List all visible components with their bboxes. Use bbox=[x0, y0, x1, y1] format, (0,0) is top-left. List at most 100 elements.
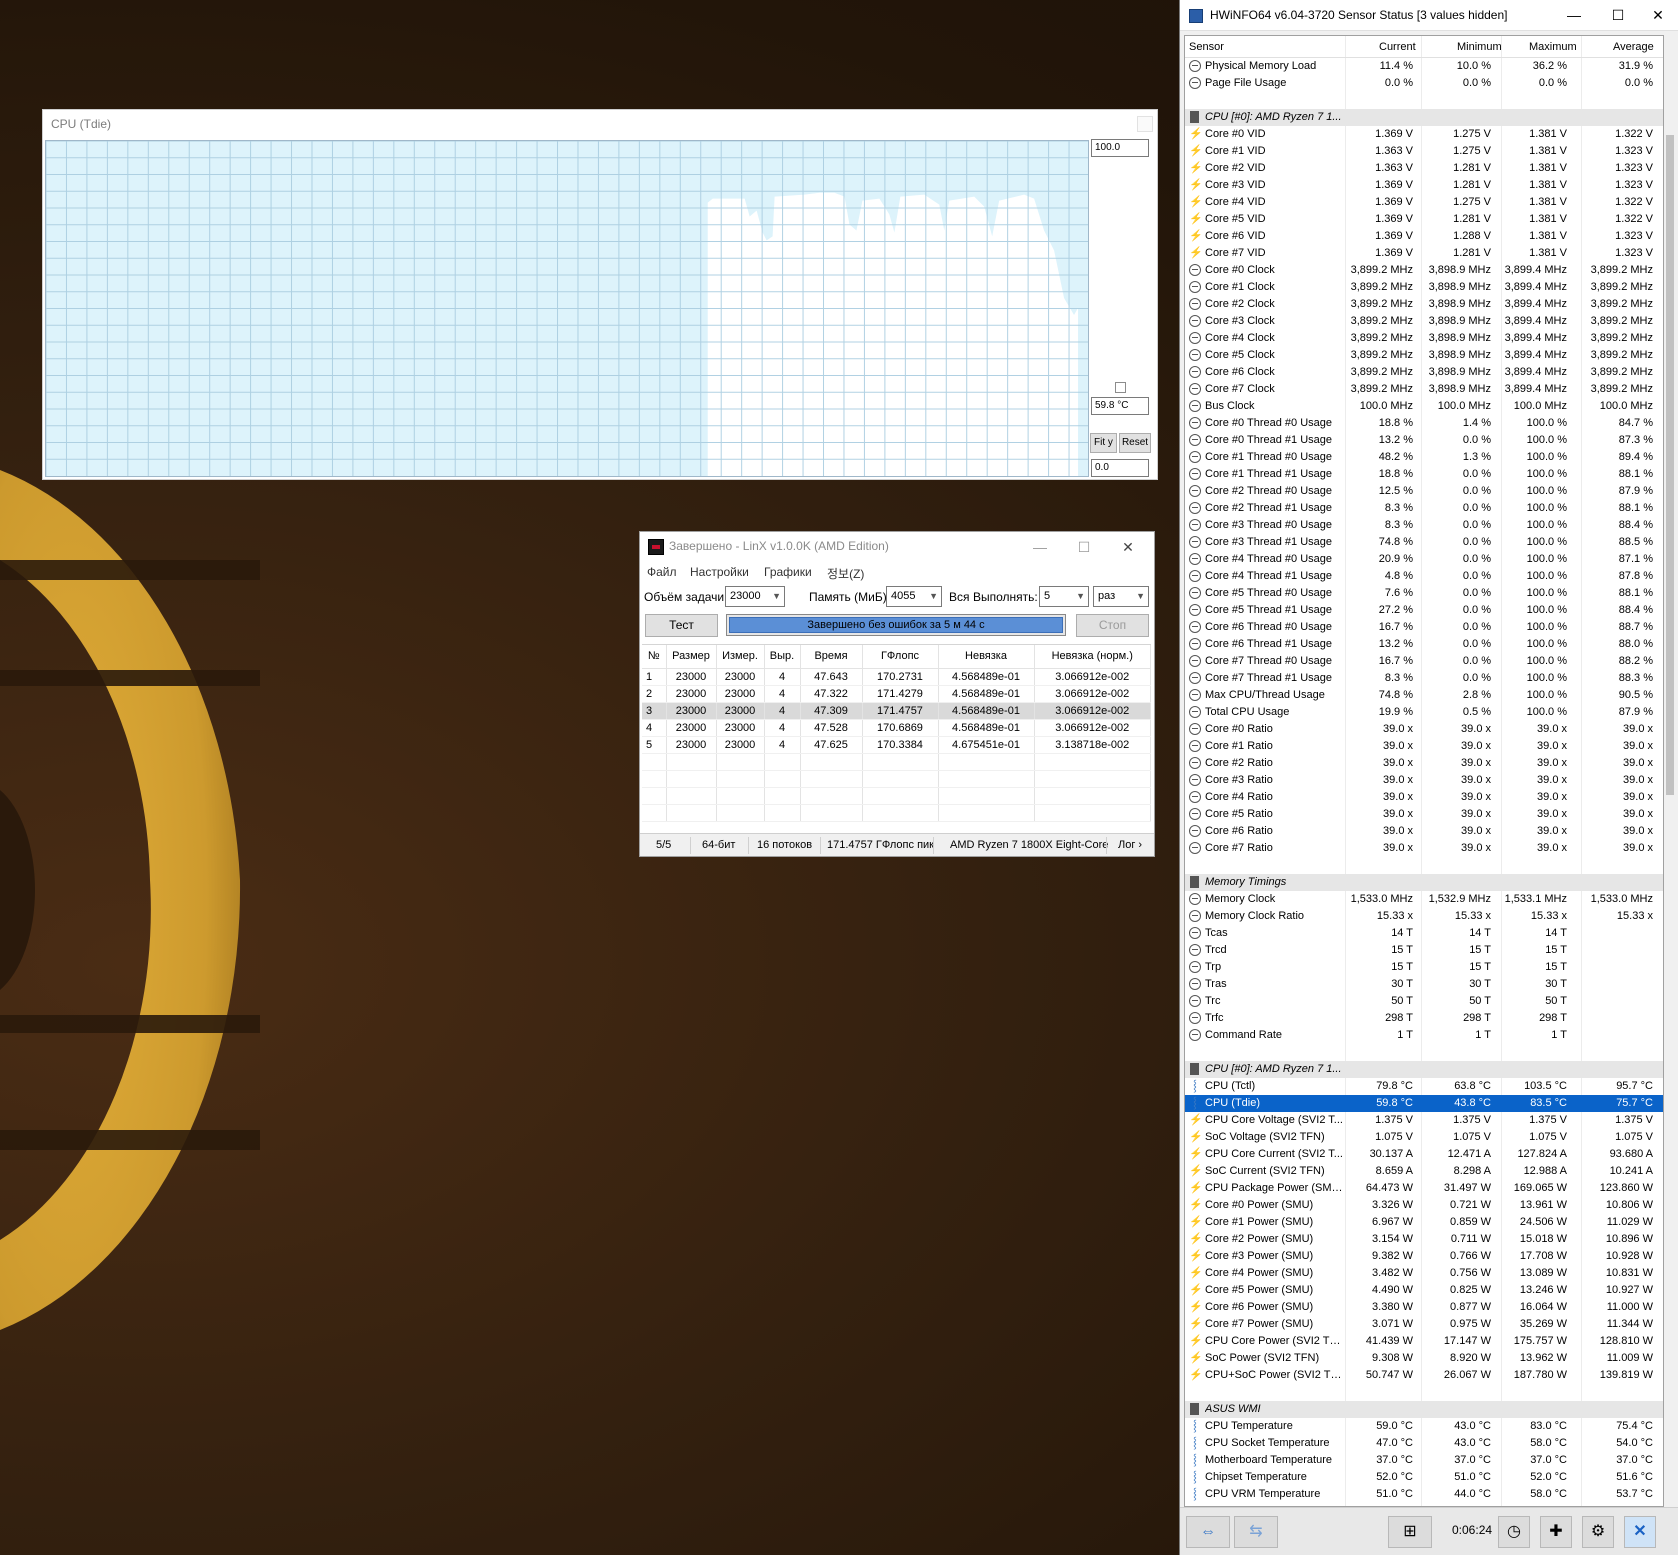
sensor-row[interactable]: Bus Clock 100.0 MHz 100.0 MHz 100.0 MHz 100.… bbox=[1185, 398, 1663, 415]
sensor-row[interactable]: ⚡ Core #3 VID 1.369 V 1.281 V 1.381 V 1.323 V bbox=[1185, 177, 1663, 194]
col-number[interactable]: № bbox=[642, 645, 667, 669]
col-align[interactable]: Выр. bbox=[764, 645, 801, 669]
sensor-row[interactable]: Memory Clock 1,533.0 MHz 1,532.9 MHz 1,533.… bbox=[1185, 891, 1663, 908]
result-row[interactable]: 3 23000 23000 4 47.309 171.4757 4.568489e-01 3.… bbox=[642, 702, 1151, 720]
sensor-row[interactable]: Core #7 Clock 3,899.2 MHz 3,898.9 MHz 3,899… bbox=[1185, 381, 1663, 398]
sensor-row[interactable]: ⸾ CPU Socket Temperature 47.0 °C 43.0 °C 58.… bbox=[1185, 1435, 1663, 1452]
sensor-row[interactable]: Core #4 Thread #0 Usage 20.9 % 0.0 % 100.0 … bbox=[1185, 551, 1663, 568]
problem-size-select[interactable]: 23000 ▼ bbox=[725, 586, 785, 607]
sensor-row[interactable]: Core #0 Thread #0 Usage 18.8 % 1.4 % 100.0 … bbox=[1185, 415, 1663, 432]
sensor-row[interactable]: ⚡ Core #2 Power (SMU) 3.154 W 0.711 W 15.018… bbox=[1185, 1231, 1663, 1248]
sensor-row[interactable]: ⚡ Core #7 Power (SMU) 3.071 W 0.975 W 35.269… bbox=[1185, 1316, 1663, 1333]
sensor-row[interactable]: ⸾ CPU VRM Temperature 51.0 °C 44.0 °C 58.0 °… bbox=[1185, 1486, 1663, 1503]
menu-info[interactable]: 정보(Z) bbox=[827, 565, 864, 582]
sensor-row[interactable]: Core #4 Clock 3,899.2 MHz 3,898.9 MHz 3,899… bbox=[1185, 330, 1663, 347]
test-button[interactable]: Тест bbox=[645, 614, 718, 637]
sensor-row[interactable]: ⚡ Core #5 Power (SMU) 4.490 W 0.825 W 13.246… bbox=[1185, 1282, 1663, 1299]
sensor-row[interactable]: Core #1 Clock 3,899.2 MHz 3,898.9 MHz 3,899… bbox=[1185, 279, 1663, 296]
network-icon[interactable]: ⊞ bbox=[1388, 1516, 1432, 1548]
sensor-row[interactable]: ⚡ CPU Core Voltage (SVI2 T... 1.375 V 1.375… bbox=[1185, 1112, 1663, 1129]
maximize-icon[interactable]: ☐ bbox=[1598, 4, 1638, 26]
sensor-row[interactable]: ⚡ Core #1 VID 1.363 V 1.275 V 1.381 V 1.323 V bbox=[1185, 143, 1663, 160]
sensor-row[interactable]: ⚡ SoC Current (SVI2 TFN) 8.659 A 8.298 A 12.… bbox=[1185, 1163, 1663, 1180]
sensor-row[interactable]: Core #7 Thread #1 Usage 8.3 % 0.0 % 100.0 %… bbox=[1185, 670, 1663, 687]
col-gflops[interactable]: ГФлопс bbox=[862, 645, 939, 669]
sensor-row[interactable]: Core #5 Ratio 39.0 x 39.0 x 39.0 x 39.0 x bbox=[1185, 806, 1663, 823]
sensor-row[interactable]: Core #5 Clock 3,899.2 MHz 3,898.9 MHz 3,899… bbox=[1185, 347, 1663, 364]
sensor-row[interactable]: ⚡ Core #6 VID 1.369 V 1.288 V 1.381 V 1.323 V bbox=[1185, 228, 1663, 245]
col-residual[interactable]: Невязка bbox=[938, 645, 1035, 669]
sensor-row[interactable]: ⚡ CPU Core Power (SVI2 TFN) 41.439 W 17.147… bbox=[1185, 1333, 1663, 1350]
sensor-row[interactable]: Core #6 Thread #1 Usage 13.2 % 0.0 % 100.0 … bbox=[1185, 636, 1663, 653]
sensor-row[interactable]: Core #0 Clock 3,899.2 MHz 3,898.9 MHz 3,899… bbox=[1185, 262, 1663, 279]
memory-select[interactable]: 4055 ▼ bbox=[886, 586, 942, 607]
sensor-row[interactable]: ⚡ Core #4 Power (SMU) 3.482 W 0.756 W 13.089… bbox=[1185, 1265, 1663, 1282]
stop-button[interactable]: Стоп bbox=[1076, 614, 1149, 637]
result-row[interactable]: 5 23000 23000 4 47.625 170.3384 4.675451e-01 3.… bbox=[642, 736, 1151, 754]
sensor-row[interactable]: Memory Clock Ratio 15.33 x 15.33 x 15.33 x 1… bbox=[1185, 908, 1663, 925]
col-time[interactable]: Время bbox=[800, 645, 863, 669]
log-button[interactable]: Лог › bbox=[1118, 839, 1142, 851]
menu-settings[interactable]: Настройки bbox=[690, 565, 749, 579]
sensor-row[interactable]: Core #3 Thread #1 Usage 74.8 % 0.0 % 100.0 … bbox=[1185, 534, 1663, 551]
all-memory-label[interactable]: Вся bbox=[949, 590, 970, 604]
linx-titlebar[interactable]: Завершено - LinX v1.0.0K (AMD Edition) —… bbox=[640, 532, 1154, 562]
sensor-row[interactable]: ⸾ Chipset Temperature 52.0 °C 51.0 °C 52.0 °… bbox=[1185, 1469, 1663, 1486]
col-sensor[interactable]: Sensor bbox=[1189, 41, 1224, 53]
menu-graphs[interactable]: Графики bbox=[764, 565, 812, 579]
sensor-row[interactable]: ⚡ Core #1 Power (SMU) 6.967 W 0.859 W 24.506… bbox=[1185, 1214, 1663, 1231]
sensor-group-header[interactable]: ASUS WMI bbox=[1185, 1401, 1663, 1418]
sensor-row[interactable]: ⚡ Core #6 Power (SMU) 3.380 W 0.877 W 16.064… bbox=[1185, 1299, 1663, 1316]
sensor-row[interactable]: Core #7 Thread #0 Usage 16.7 % 0.0 % 100.0 … bbox=[1185, 653, 1663, 670]
sensor-row[interactable]: Core #3 Ratio 39.0 x 39.0 x 39.0 x 39.0 x bbox=[1185, 772, 1663, 789]
sensor-row[interactable]: ⚡ Core #0 Power (SMU) 3.326 W 0.721 W 13.961… bbox=[1185, 1197, 1663, 1214]
sensor-row[interactable]: Physical Memory Load 11.4 % 10.0 % 36.2 % 31… bbox=[1185, 58, 1663, 75]
sensor-row[interactable]: ⚡ Core #2 VID 1.363 V 1.281 V 1.381 V 1.323 V bbox=[1185, 160, 1663, 177]
sensor-row[interactable]: Core #6 Ratio 39.0 x 39.0 x 39.0 x 39.0 x bbox=[1185, 823, 1663, 840]
close-icon[interactable]: ✕ bbox=[1108, 536, 1148, 558]
sensor-row[interactable]: Page File Usage 0.0 % 0.0 % 0.0 % 0.0 % bbox=[1185, 75, 1663, 92]
sensor-row[interactable]: Core #0 Thread #1 Usage 13.2 % 0.0 % 100.0 … bbox=[1185, 432, 1663, 449]
col-size[interactable]: Размер bbox=[666, 645, 717, 669]
sensor-row[interactable]: Core #3 Thread #0 Usage 8.3 % 0.0 % 100.0 %… bbox=[1185, 517, 1663, 534]
sensor-row[interactable]: Core #0 Ratio 39.0 x 39.0 x 39.0 x 39.0 x bbox=[1185, 721, 1663, 738]
sensor-row[interactable]: Core #5 Thread #0 Usage 7.6 % 0.0 % 100.0 %… bbox=[1185, 585, 1663, 602]
hwinfo-titlebar[interactable]: HWiNFO64 v6.04-3720 Sensor Status [3 val… bbox=[1180, 0, 1678, 31]
sensor-row[interactable]: Core #6 Thread #0 Usage 16.7 % 0.0 % 100.0 … bbox=[1185, 619, 1663, 636]
sensor-row[interactable]: Command Rate 1 T 1 T 1 T bbox=[1185, 1027, 1663, 1044]
clock-reset-icon[interactable]: ◷ bbox=[1498, 1516, 1530, 1548]
sensor-row[interactable]: Core #7 Ratio 39.0 x 39.0 x 39.0 x 39.0 x bbox=[1185, 840, 1663, 857]
maximize-icon[interactable]: ☐ bbox=[1064, 536, 1104, 558]
sensor-row[interactable]: Trp 15 T 15 T 15 T bbox=[1185, 959, 1663, 976]
vertical-scrollbar[interactable] bbox=[1664, 35, 1676, 1507]
close-icon[interactable]: ✕ bbox=[1638, 4, 1678, 26]
sensor-row[interactable]: Core #2 Clock 3,899.2 MHz 3,898.9 MHz 3,899… bbox=[1185, 296, 1663, 313]
collapse-arrows-icon[interactable]: ⇆ bbox=[1234, 1516, 1278, 1548]
scrollbar-thumb[interactable] bbox=[1666, 135, 1674, 795]
sensor-row[interactable]: ⸾ CPU (Tdie) 59.8 °C 43.8 °C 83.5 °C 75.7 °C bbox=[1185, 1095, 1663, 1112]
sensor-row[interactable]: ⚡ SoC Power (SVI2 TFN) 9.308 W 8.920 W 13.96… bbox=[1185, 1350, 1663, 1367]
sensor-row[interactable]: ⚡ CPU+SoC Power (SVI2 TFN) 50.747 W 26.067 … bbox=[1185, 1367, 1663, 1384]
sensor-row[interactable]: Core #1 Thread #0 Usage 48.2 % 1.3 % 100.0 … bbox=[1185, 449, 1663, 466]
expand-arrows-icon[interactable]: ⇔ bbox=[1186, 1516, 1230, 1548]
sensor-row[interactable]: Core #4 Ratio 39.0 x 39.0 x 39.0 x 39.0 x bbox=[1185, 789, 1663, 806]
reset-button[interactable]: Reset bbox=[1119, 433, 1151, 453]
sensor-row[interactable]: ⚡ Core #7 VID 1.369 V 1.281 V 1.381 V 1.323 V bbox=[1185, 245, 1663, 262]
sensor-row[interactable]: ⚡ Core #4 VID 1.369 V 1.275 V 1.381 V 1.322 V bbox=[1185, 194, 1663, 211]
sensor-row[interactable]: Tcas 14 T 14 T 14 T bbox=[1185, 925, 1663, 942]
close-sensors-icon[interactable]: ✕ bbox=[1624, 1516, 1656, 1548]
result-row[interactable]: 4 23000 23000 4 47.528 170.6869 4.568489e-01 3.… bbox=[642, 719, 1151, 737]
col-dim[interactable]: Измер. bbox=[716, 645, 765, 669]
menu-file[interactable]: Файл bbox=[647, 565, 677, 579]
sensor-row[interactable]: ⸾ Motherboard Temperature 37.0 °C 37.0 °C 37… bbox=[1185, 1452, 1663, 1469]
sensor-row[interactable]: Total CPU Usage 19.9 % 0.5 % 100.0 % 87.9 % bbox=[1185, 704, 1663, 721]
sensor-row[interactable]: Trfc 298 T 298 T 298 T bbox=[1185, 1010, 1663, 1027]
col-current[interactable]: Current bbox=[1379, 41, 1416, 53]
minimize-icon[interactable]: — bbox=[1554, 4, 1594, 26]
sensor-row[interactable]: Core #3 Clock 3,899.2 MHz 3,898.9 MHz 3,899… bbox=[1185, 313, 1663, 330]
sensor-row[interactable]: Core #1 Ratio 39.0 x 39.0 x 39.0 x 39.0 x bbox=[1185, 738, 1663, 755]
sensor-row[interactable]: Core #6 Clock 3,899.2 MHz 3,898.9 MHz 3,899… bbox=[1185, 364, 1663, 381]
runs-unit-select[interactable]: раз ▼ bbox=[1093, 586, 1149, 607]
sensor-row[interactable]: ⚡ Core #0 VID 1.369 V 1.275 V 1.381 V 1.322 V bbox=[1185, 126, 1663, 143]
sensor-row[interactable]: Tras 30 T 30 T 30 T bbox=[1185, 976, 1663, 993]
